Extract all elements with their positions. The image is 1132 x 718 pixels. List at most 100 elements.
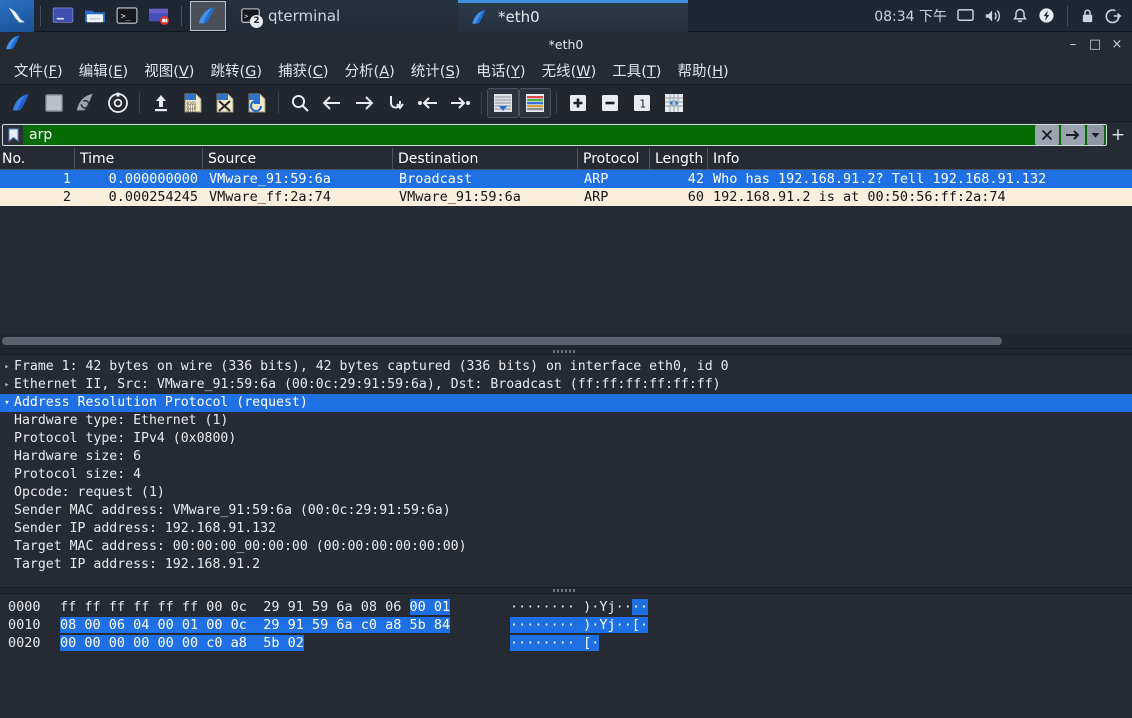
taskbar-clock[interactable]: 08:34 下午 — [874, 6, 947, 26]
add-filter-button-icon[interactable]: + — [1107, 125, 1129, 145]
screen-recorder-icon[interactable] — [146, 3, 172, 29]
hex-bytes[interactable]: ff ff ff ff ff ff 00 0c 29 91 59 6a 08 0… — [60, 598, 510, 616]
resize-columns-icon[interactable] — [658, 88, 690, 118]
apply-filter-arrow-icon[interactable] — [1061, 125, 1085, 145]
window-title-bar: *eth0 – □ × — [0, 32, 1132, 57]
go-forward-icon[interactable] — [348, 88, 380, 118]
detail-row-label: Target MAC address: 00:00:00_00:00:00 (0… — [14, 539, 467, 554]
go-to-packet-icon[interactable] — [380, 88, 412, 118]
table-row[interactable]: 2 0.000254245 VMware_ff:2a:74 VMware_91:… — [0, 188, 1132, 206]
menu-item-view[interactable]: 视图(V) — [136, 57, 202, 84]
hex-row[interactable]: 0010 08 00 06 04 00 01 00 0c 29 91 59 6a… — [8, 616, 1132, 634]
column-header-source[interactable]: Source — [203, 147, 393, 170]
column-header-destination[interactable]: Destination — [393, 147, 578, 170]
reload-file-icon[interactable] — [241, 88, 273, 118]
column-header-protocol[interactable]: Protocol — [578, 147, 650, 170]
toolbar-divider-2 — [278, 92, 279, 114]
wireshark-shark-fin-icon[interactable] — [190, 0, 226, 31]
column-header-info[interactable]: Info — [708, 148, 1132, 170]
menu-item-help[interactable]: 帮助(H) — [669, 57, 736, 84]
save-file-icon[interactable]: 0101 0110 0111 — [177, 88, 209, 118]
detail-row-frame[interactable]: ▸ Frame 1: 42 bytes on wire (336 bits), … — [0, 358, 1132, 376]
packet-list-empty-area — [0, 206, 1132, 334]
auto-scroll-icon[interactable] — [487, 88, 519, 118]
filter-text-value[interactable]: arp — [23, 127, 1035, 143]
go-to-last-packet-icon[interactable] — [444, 88, 476, 118]
zoom-out-icon[interactable] — [594, 88, 626, 118]
close-file-icon[interactable] — [209, 88, 241, 118]
detail-row-protocol-size[interactable]: Protocol size: 4 — [0, 466, 1132, 484]
hex-ascii[interactable]: ········ [· — [510, 634, 600, 652]
chevron-down-icon[interactable] — [1087, 125, 1104, 145]
find-packet-icon[interactable] — [284, 88, 316, 118]
column-header-no[interactable]: No. — [0, 147, 75, 170]
update-icon[interactable] — [1038, 7, 1055, 24]
pane-splitter-bottom[interactable] — [0, 587, 1132, 594]
detail-row-label: Frame 1: 42 bytes on wire (336 bits), 42… — [14, 359, 729, 374]
detail-row-ethernet[interactable]: ▸ Ethernet II, Src: VMware_91:59:6a (00:… — [0, 376, 1132, 394]
go-back-icon[interactable] — [316, 88, 348, 118]
taskbar-window-qterminal[interactable]: >_ 2 qterminal — [228, 0, 458, 32]
menu-item-tools[interactable]: 工具(T) — [604, 57, 669, 84]
lock-icon[interactable] — [1080, 8, 1095, 24]
chevron-down-icon[interactable]: ▾ — [0, 394, 14, 412]
hex-row[interactable]: 0000 ff ff ff ff ff ff 00 0c 29 91 59 6a… — [8, 598, 1132, 616]
detail-row-protocol-type[interactable]: Protocol type: IPv4 (0x0800) — [0, 430, 1132, 448]
menu-item-go[interactable]: 跳转(G) — [202, 57, 270, 84]
hex-ascii[interactable]: ········ )·Yj···· — [510, 598, 649, 616]
go-to-first-packet-icon[interactable] — [412, 88, 444, 118]
logout-icon[interactable] — [1105, 8, 1122, 24]
packet-list-horizontal-scrollbar[interactable] — [0, 334, 1132, 348]
menu-item-telephony[interactable]: 电话(Y) — [468, 57, 533, 84]
detail-row-sender-ip[interactable]: Sender IP address: 192.168.91.132 — [0, 520, 1132, 538]
detail-row-hardware-size[interactable]: Hardware size: 6 — [0, 448, 1132, 466]
volume-icon[interactable] — [984, 8, 1002, 24]
file-manager-icon[interactable] — [82, 3, 108, 29]
hex-row[interactable]: 0020 00 00 00 00 00 00 c0 a8 5b 02 ·····… — [8, 634, 1132, 652]
colorize-packets-icon[interactable] — [519, 88, 551, 118]
chevron-right-icon[interactable]: ▸ — [0, 376, 14, 394]
display-filter-input[interactable]: arp — [2, 124, 1107, 146]
start-capture-icon[interactable] — [6, 88, 38, 118]
hex-bytes[interactable]: 00 00 00 00 00 00 c0 a8 5b 02 — [60, 634, 510, 652]
menu-item-analyze[interactable]: 分析(A) — [337, 57, 403, 84]
kali-dragon-icon[interactable] — [0, 0, 34, 32]
zoom-reset-icon[interactable]: 1 — [626, 88, 658, 118]
bookmark-icon[interactable] — [3, 125, 23, 145]
detail-row-target-ip[interactable]: Target IP address: 192.168.91.2 — [0, 556, 1132, 574]
pane-splitter-top[interactable] — [0, 348, 1132, 355]
detail-row-arp[interactable]: ▾ Address Resolution Protocol (request) — [0, 394, 1132, 412]
terminal-icon[interactable]: >_ — [114, 3, 140, 29]
hex-ascii-plain: ········ )·Yj·· — [510, 599, 632, 615]
hex-bytes[interactable]: 08 00 06 04 00 01 00 0c 29 91 59 6a c0 a… — [60, 616, 510, 634]
detail-row-sender-mac[interactable]: Sender MAC address: VMware_91:59:6a (00:… — [0, 502, 1132, 520]
zoom-in-icon[interactable] — [562, 88, 594, 118]
bell-icon[interactable] — [1012, 8, 1028, 24]
menu-item-statistics[interactable]: 统计(S) — [403, 57, 469, 84]
splitter-grip — [553, 350, 579, 353]
clear-filter-icon[interactable] — [1035, 125, 1059, 145]
open-file-icon[interactable] — [145, 88, 177, 118]
display-icon[interactable] — [957, 8, 974, 23]
scrollbar-thumb[interactable] — [2, 337, 1002, 345]
hex-ascii[interactable]: ········ )·Yj··[· — [510, 616, 649, 634]
capture-options-icon[interactable] — [102, 88, 134, 118]
menu-item-capture[interactable]: 捕获(C) — [270, 57, 336, 84]
stop-capture-icon[interactable] — [38, 88, 70, 118]
menu-item-edit[interactable]: 编辑(E) — [71, 57, 137, 84]
chevron-right-icon[interactable]: ▸ — [0, 358, 14, 376]
column-header-length[interactable]: Length — [650, 147, 708, 170]
detail-row-target-mac[interactable]: Target MAC address: 00:00:00_00:00:00 (0… — [0, 538, 1132, 556]
cell-protocol: ARP — [584, 189, 609, 205]
desktop-display-icon[interactable] — [50, 3, 76, 29]
table-row[interactable]: 1 0.000000000 VMware_91:59:6a Broadcast … — [0, 170, 1132, 188]
menu-item-file[interactable]: 文件(F) — [6, 57, 71, 84]
column-header-time[interactable]: Time — [75, 147, 203, 170]
packet-bytes-pane: 0000 ff ff ff ff ff ff 00 0c 29 91 59 6a… — [0, 594, 1132, 718]
detail-row-opcode[interactable]: Opcode: request (1) — [0, 484, 1132, 502]
restart-capture-icon[interactable] — [70, 88, 102, 118]
toolbar-divider-1 — [139, 92, 140, 114]
menu-item-wireless[interactable]: 无线(W) — [534, 57, 605, 84]
taskbar-window-eth0[interactable]: *eth0 — [458, 0, 688, 32]
detail-row-hardware-type[interactable]: Hardware type: Ethernet (1) — [0, 412, 1132, 430]
